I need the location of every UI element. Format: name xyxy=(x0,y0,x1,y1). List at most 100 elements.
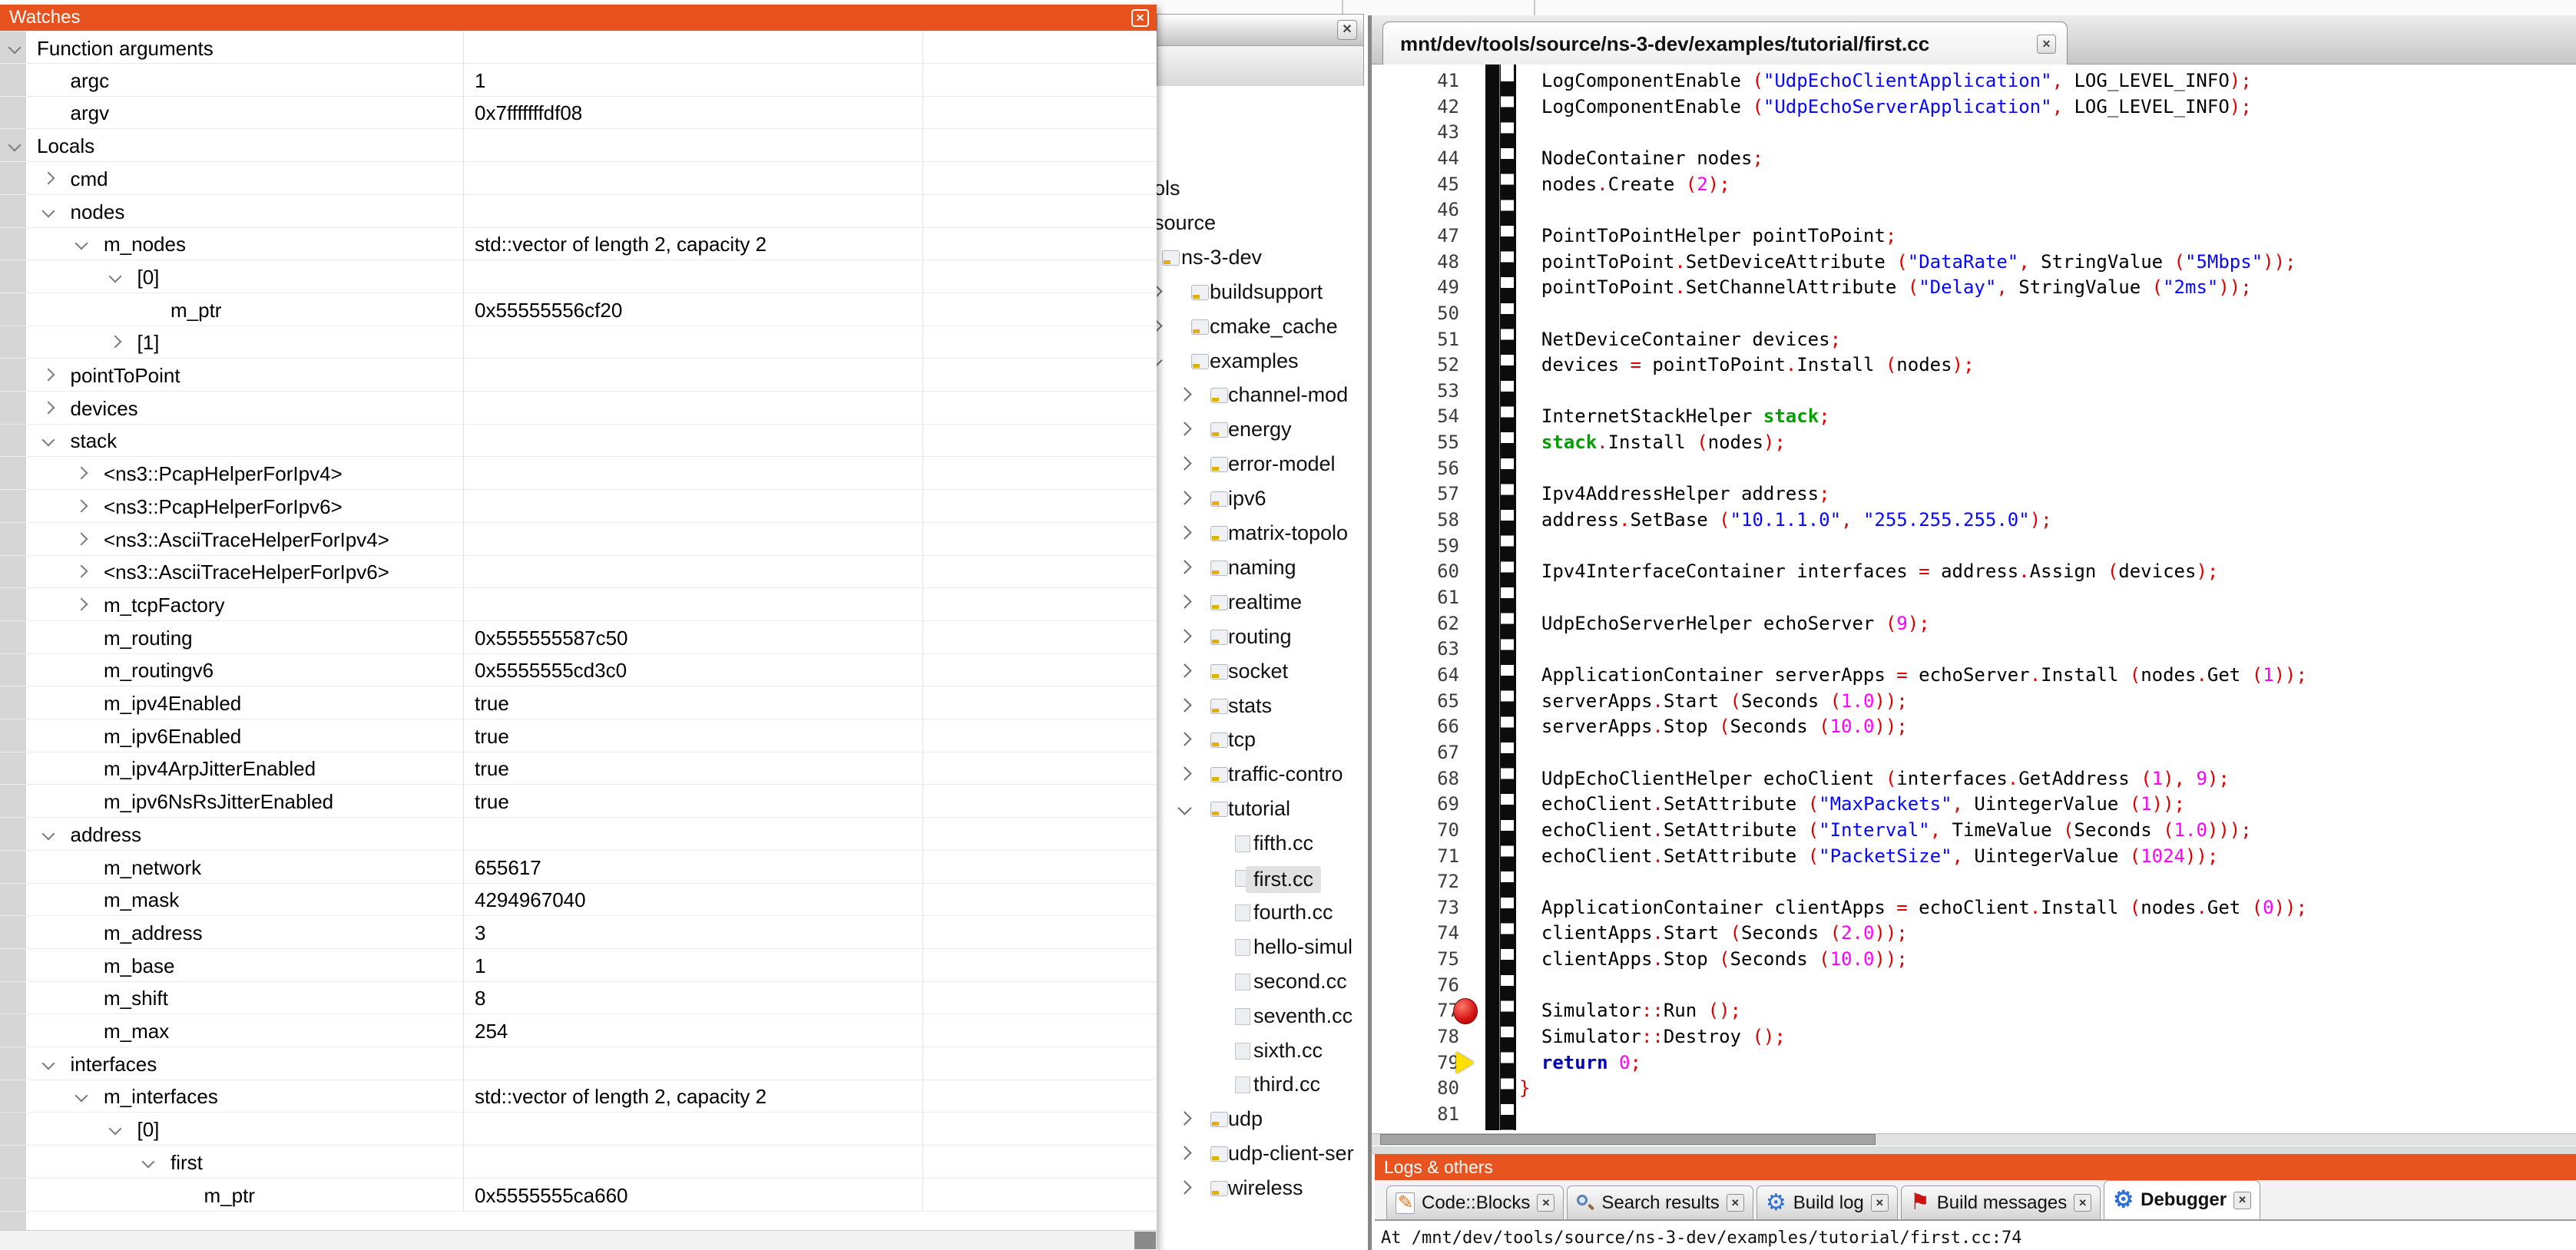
projects-file-tree[interactable]: olssourcens-3-devbuildsupportcmake_cache… xyxy=(1150,86,1365,1250)
watch-row[interactable]: [0] xyxy=(0,1113,1157,1146)
tree-item-source[interactable]: source xyxy=(1150,207,1365,241)
watch-row[interactable]: Function arguments xyxy=(0,31,1157,64)
watch-row[interactable]: m_ipv6Enabledtrue xyxy=(0,719,1157,752)
close-icon[interactable]: ✕ xyxy=(1871,1194,1889,1212)
logs-tab-build-messages[interactable]: ⚑Build messages✕ xyxy=(1901,1186,2101,1219)
watch-row[interactable]: m_base1 xyxy=(0,949,1157,982)
watch-row[interactable]: m_ptr0x5555555ca660 xyxy=(0,1179,1157,1212)
collapse-icon[interactable] xyxy=(142,1155,155,1168)
expand-icon[interactable] xyxy=(1177,629,1191,643)
watch-row[interactable]: pointToPoint xyxy=(0,359,1157,392)
tree-item-energy[interactable]: energy xyxy=(1150,413,1365,448)
watch-row[interactable]: devices xyxy=(0,392,1157,425)
watch-row[interactable]: cmd xyxy=(0,162,1157,195)
watch-row[interactable]: <ns3::PcapHelperForIpv6> xyxy=(0,490,1157,523)
expand-icon[interactable] xyxy=(41,401,55,414)
tree-item-seventh.cc[interactable]: seventh.cc xyxy=(1150,1000,1365,1034)
expand-icon[interactable] xyxy=(75,565,88,578)
expand-icon[interactable] xyxy=(1177,698,1191,712)
watch-row[interactable]: m_ipv4ArpJitterEnabledtrue xyxy=(0,752,1157,785)
close-icon[interactable]: ✕ xyxy=(2074,1194,2091,1212)
tree-item-naming[interactable]: naming xyxy=(1150,551,1365,586)
tree-item-stats[interactable]: stats xyxy=(1150,689,1365,724)
tree-item-cmake_cache[interactable]: cmake_cache xyxy=(1150,310,1365,345)
logs-tab-search-results[interactable]: Search results✕ xyxy=(1567,1186,1753,1219)
expand-icon[interactable] xyxy=(1177,594,1191,608)
tree-item-sixth.cc[interactable]: sixth.cc xyxy=(1150,1034,1365,1069)
watch-row[interactable]: <ns3::AsciiTraceHelperForIpv4> xyxy=(0,523,1157,556)
expand-icon[interactable] xyxy=(41,369,55,382)
close-icon[interactable]: ✕ xyxy=(2037,35,2056,54)
close-icon[interactable]: ✕ xyxy=(1537,1194,1555,1212)
watch-row[interactable]: m_ipv4Enabledtrue xyxy=(0,686,1157,719)
tree-item-ipv6[interactable]: ipv6 xyxy=(1150,482,1365,517)
tree-item-second.cc[interactable]: second.cc xyxy=(1150,965,1365,1000)
expand-icon[interactable] xyxy=(1177,456,1191,470)
expand-icon[interactable] xyxy=(41,171,55,184)
watch-row[interactable]: m_nodesstd::vector of length 2, capacity… xyxy=(0,227,1157,260)
watch-row[interactable]: interfaces xyxy=(0,1047,1157,1080)
tree-item-ns-3-dev[interactable]: ns-3-dev xyxy=(1150,241,1365,276)
tree-item-routing[interactable]: routing xyxy=(1150,620,1365,655)
tree-item-buildsupport[interactable]: buildsupport xyxy=(1150,276,1365,310)
tree-item-realtime[interactable]: realtime xyxy=(1150,586,1365,620)
tree-item-third.cc[interactable]: third.cc xyxy=(1150,1068,1365,1103)
logs-tab-debugger[interactable]: ⚙Debugger✕ xyxy=(2104,1180,2260,1219)
expand-icon[interactable] xyxy=(1177,560,1191,574)
watch-row[interactable]: nodes xyxy=(0,195,1157,228)
watch-row[interactable]: argv0x7fffffffdf08 xyxy=(0,96,1157,129)
watch-row[interactable]: [0] xyxy=(0,260,1157,293)
expand-icon[interactable] xyxy=(1177,525,1191,539)
collapse-icon[interactable] xyxy=(41,434,55,447)
expand-icon[interactable] xyxy=(1177,1146,1191,1159)
expand-icon[interactable] xyxy=(1177,663,1191,677)
watch-row[interactable]: m_ipv6NsRsJitterEnabledtrue xyxy=(0,785,1157,818)
tree-item-ols[interactable]: ols xyxy=(1150,172,1365,207)
tree-item-error-model[interactable]: error-model xyxy=(1150,448,1365,482)
watch-row[interactable]: m_max254 xyxy=(0,1014,1157,1047)
expand-icon[interactable] xyxy=(75,532,88,545)
collapse-icon[interactable] xyxy=(8,139,22,152)
expand-icon[interactable] xyxy=(1177,732,1191,746)
tree-item-traffic-contro[interactable]: traffic-contro xyxy=(1150,758,1365,792)
watches-horizontal-scrollbar[interactable] xyxy=(0,1230,1157,1250)
tree-item-socket[interactable]: socket xyxy=(1150,655,1365,689)
tree-item-udp[interactable]: udp xyxy=(1150,1103,1365,1137)
close-icon[interactable]: ✕ xyxy=(1727,1194,1744,1212)
watch-row[interactable]: stack xyxy=(0,424,1157,457)
close-icon[interactable]: ✕ xyxy=(2233,1192,2251,1209)
watch-row[interactable]: <ns3::AsciiTraceHelperForIpv6> xyxy=(0,555,1157,588)
collapse-icon[interactable] xyxy=(1177,801,1191,815)
collapse-icon[interactable] xyxy=(108,1123,121,1136)
close-icon[interactable]: ✕ xyxy=(1337,20,1357,40)
watches-titlebar[interactable]: Watches ✕ xyxy=(0,5,1157,31)
watch-row[interactable]: Locals xyxy=(0,129,1157,162)
watch-row[interactable]: m_routing0x555555587c50 xyxy=(0,621,1157,654)
close-icon[interactable]: ✕ xyxy=(1131,9,1149,27)
watch-row[interactable]: m_mask4294967040 xyxy=(0,883,1157,916)
expand-icon[interactable] xyxy=(1177,1180,1191,1194)
watch-row[interactable]: m_address3 xyxy=(0,916,1157,949)
tree-item-hello-simul[interactable]: hello-simul xyxy=(1150,931,1365,965)
tree-item-tutorial[interactable]: tutorial xyxy=(1150,792,1365,827)
collapse-icon[interactable] xyxy=(8,41,22,55)
watch-row[interactable]: m_interfacesstd::vector of length 2, cap… xyxy=(0,1080,1157,1113)
watch-row[interactable]: address xyxy=(0,818,1157,851)
watch-row[interactable]: argc1 xyxy=(0,64,1157,97)
expand-icon[interactable] xyxy=(75,467,88,480)
watch-row[interactable]: m_tcpFactory xyxy=(0,588,1157,621)
tree-item-first.cc[interactable]: first.cc xyxy=(1150,861,1365,896)
collapse-icon[interactable] xyxy=(108,270,121,283)
watches-resize-grip[interactable] xyxy=(1134,1232,1156,1249)
projects-panel-titlebar[interactable]: ✕ xyxy=(1157,14,1364,46)
watch-row[interactable]: m_ptr0x55555556cf20 xyxy=(0,293,1157,326)
expand-icon[interactable] xyxy=(108,336,121,349)
editor-scrollbar-thumb[interactable] xyxy=(1380,1134,1876,1145)
tree-item-tcp[interactable]: tcp xyxy=(1150,723,1365,758)
watch-row[interactable]: [1] xyxy=(0,326,1157,359)
logs-tab-build-log[interactable]: ⚙Build log✕ xyxy=(1757,1186,1898,1219)
collapse-icon[interactable] xyxy=(75,1090,88,1103)
watch-row[interactable]: first xyxy=(0,1146,1157,1179)
tree-item-channel-mod[interactable]: channel-mod xyxy=(1150,379,1365,413)
watch-row[interactable]: m_network655617 xyxy=(0,851,1157,884)
